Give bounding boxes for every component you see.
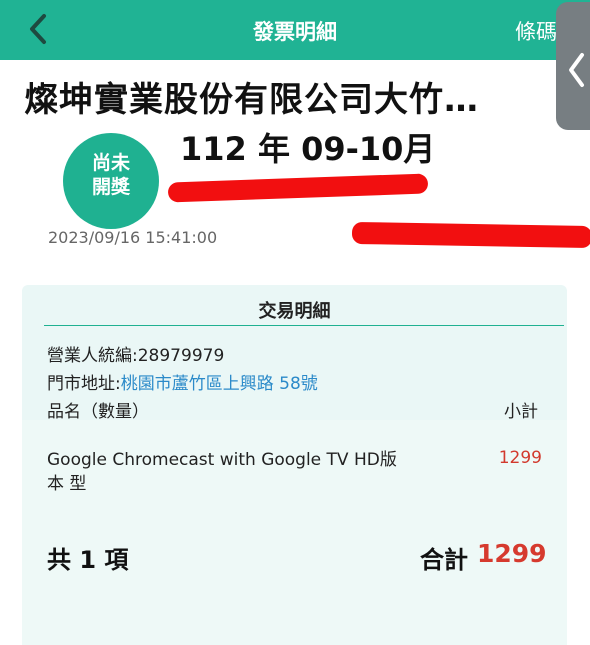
tax-id-label: 營業人統編: <box>47 346 138 366</box>
tax-id-row: 營業人統編:28979979 <box>47 341 224 366</box>
lottery-status-text: 尚未 開獎 <box>91 152 130 198</box>
transaction-details-card: 交易明細 營業人統編:28979979 門市地址:桃園市蘆竹區上興路 58號 品… <box>22 285 567 645</box>
redaction-mark-1 <box>167 173 429 203</box>
address-link[interactable]: 桃園市蘆竹區上興路 58號 <box>121 374 318 394</box>
section-title: 交易明細 <box>258 301 331 322</box>
items-list: Google Chromecast with Google TV HD版本 型 … <box>22 420 567 645</box>
address-row: 門市地址:桃園市蘆竹區上興路 58號 <box>47 369 318 394</box>
app-header: 發票明細 條碼 <box>0 0 590 60</box>
invoice-datetime: 2023/09/16 15:41:00 <box>48 228 218 247</box>
item-count: 共 1 項 <box>47 546 129 574</box>
side-chevron-left-icon <box>569 53 584 87</box>
barcode-tab[interactable]: 條碼 <box>515 16 557 46</box>
subtotal-column-header: 小計 <box>504 402 538 422</box>
item-subtotal: 1299 <box>498 448 542 468</box>
total-amount: 1299 <box>477 539 547 568</box>
item-column-header: 品名（數量） <box>47 402 149 422</box>
side-drawer-handle[interactable] <box>556 2 590 130</box>
item-name: Google Chromecast with Google TV HD版本 型 <box>47 450 397 494</box>
lottery-status-badge: 尚未 開獎 <box>63 133 159 229</box>
divider <box>44 325 564 326</box>
total-label: 合計 <box>420 546 468 574</box>
invoice-period: 112 年 09-10月 <box>180 130 436 168</box>
address-label: 門市地址: <box>47 374 121 394</box>
page-title: 發票明細 <box>253 20 337 44</box>
redaction-mark-2 <box>351 221 590 249</box>
tax-id-value: 28979979 <box>137 346 225 366</box>
seller-name: 燦坤實業股份有限公司大竹… <box>24 80 479 120</box>
